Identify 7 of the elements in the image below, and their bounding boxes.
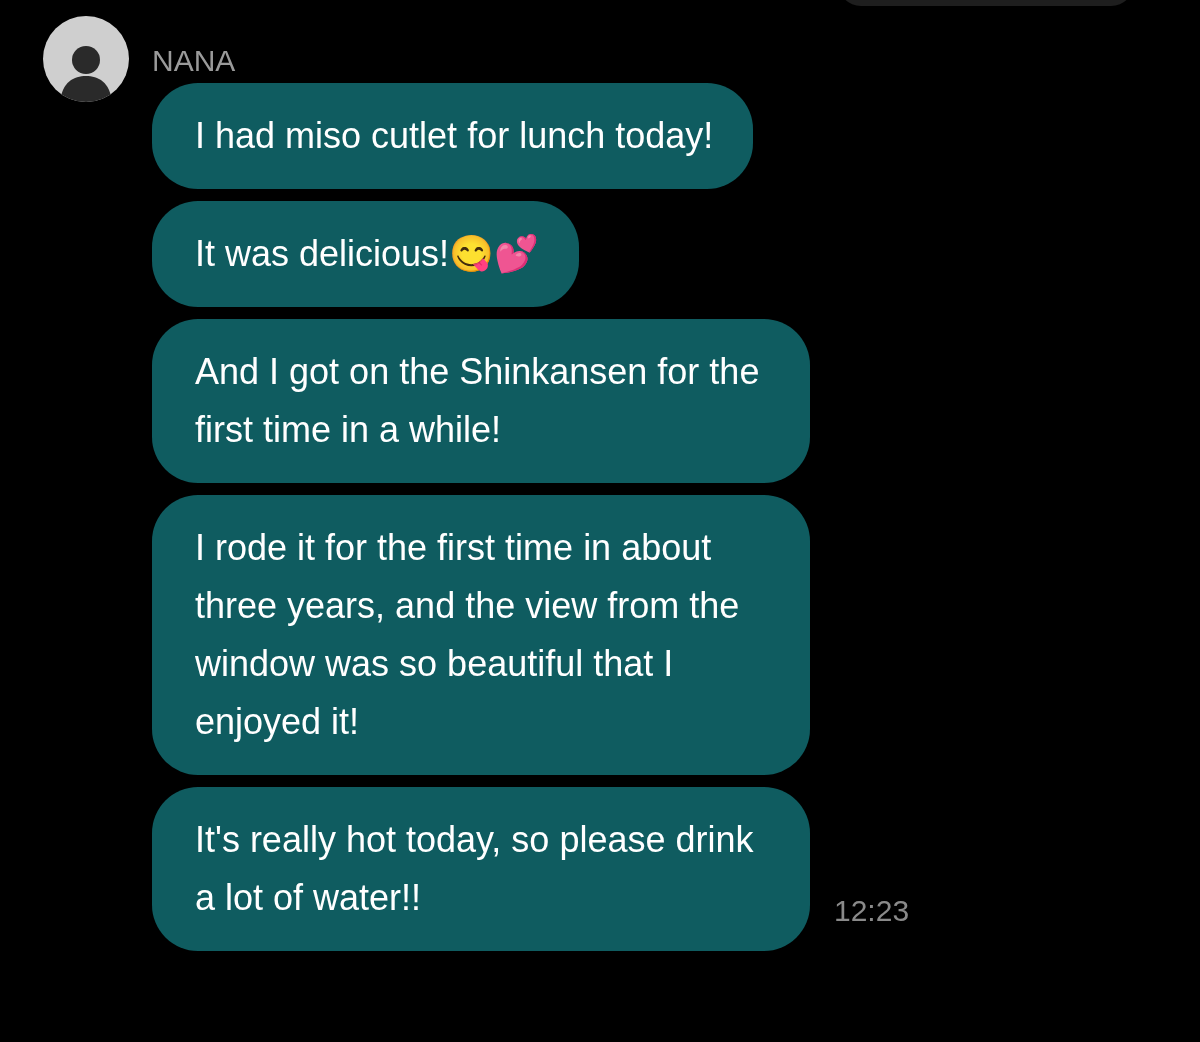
message-bubble: I had miso cutlet for lunch today! (152, 83, 754, 189)
message-bubble: It was delicious!😋💕 (152, 201, 580, 307)
message-bubble: I rode it for the first time in about three years, and the view from the window was so beautiful that I enjoyed it! (152, 495, 810, 775)
message-bubble: And I got on the Shinkansen for the first time in a while! (152, 319, 810, 483)
contact-name: NANA (152, 44, 237, 78)
message-time: 12:23 (834, 893, 910, 929)
message-bubble: It's really hot today, so please drink a lot of water!! (152, 787, 810, 951)
